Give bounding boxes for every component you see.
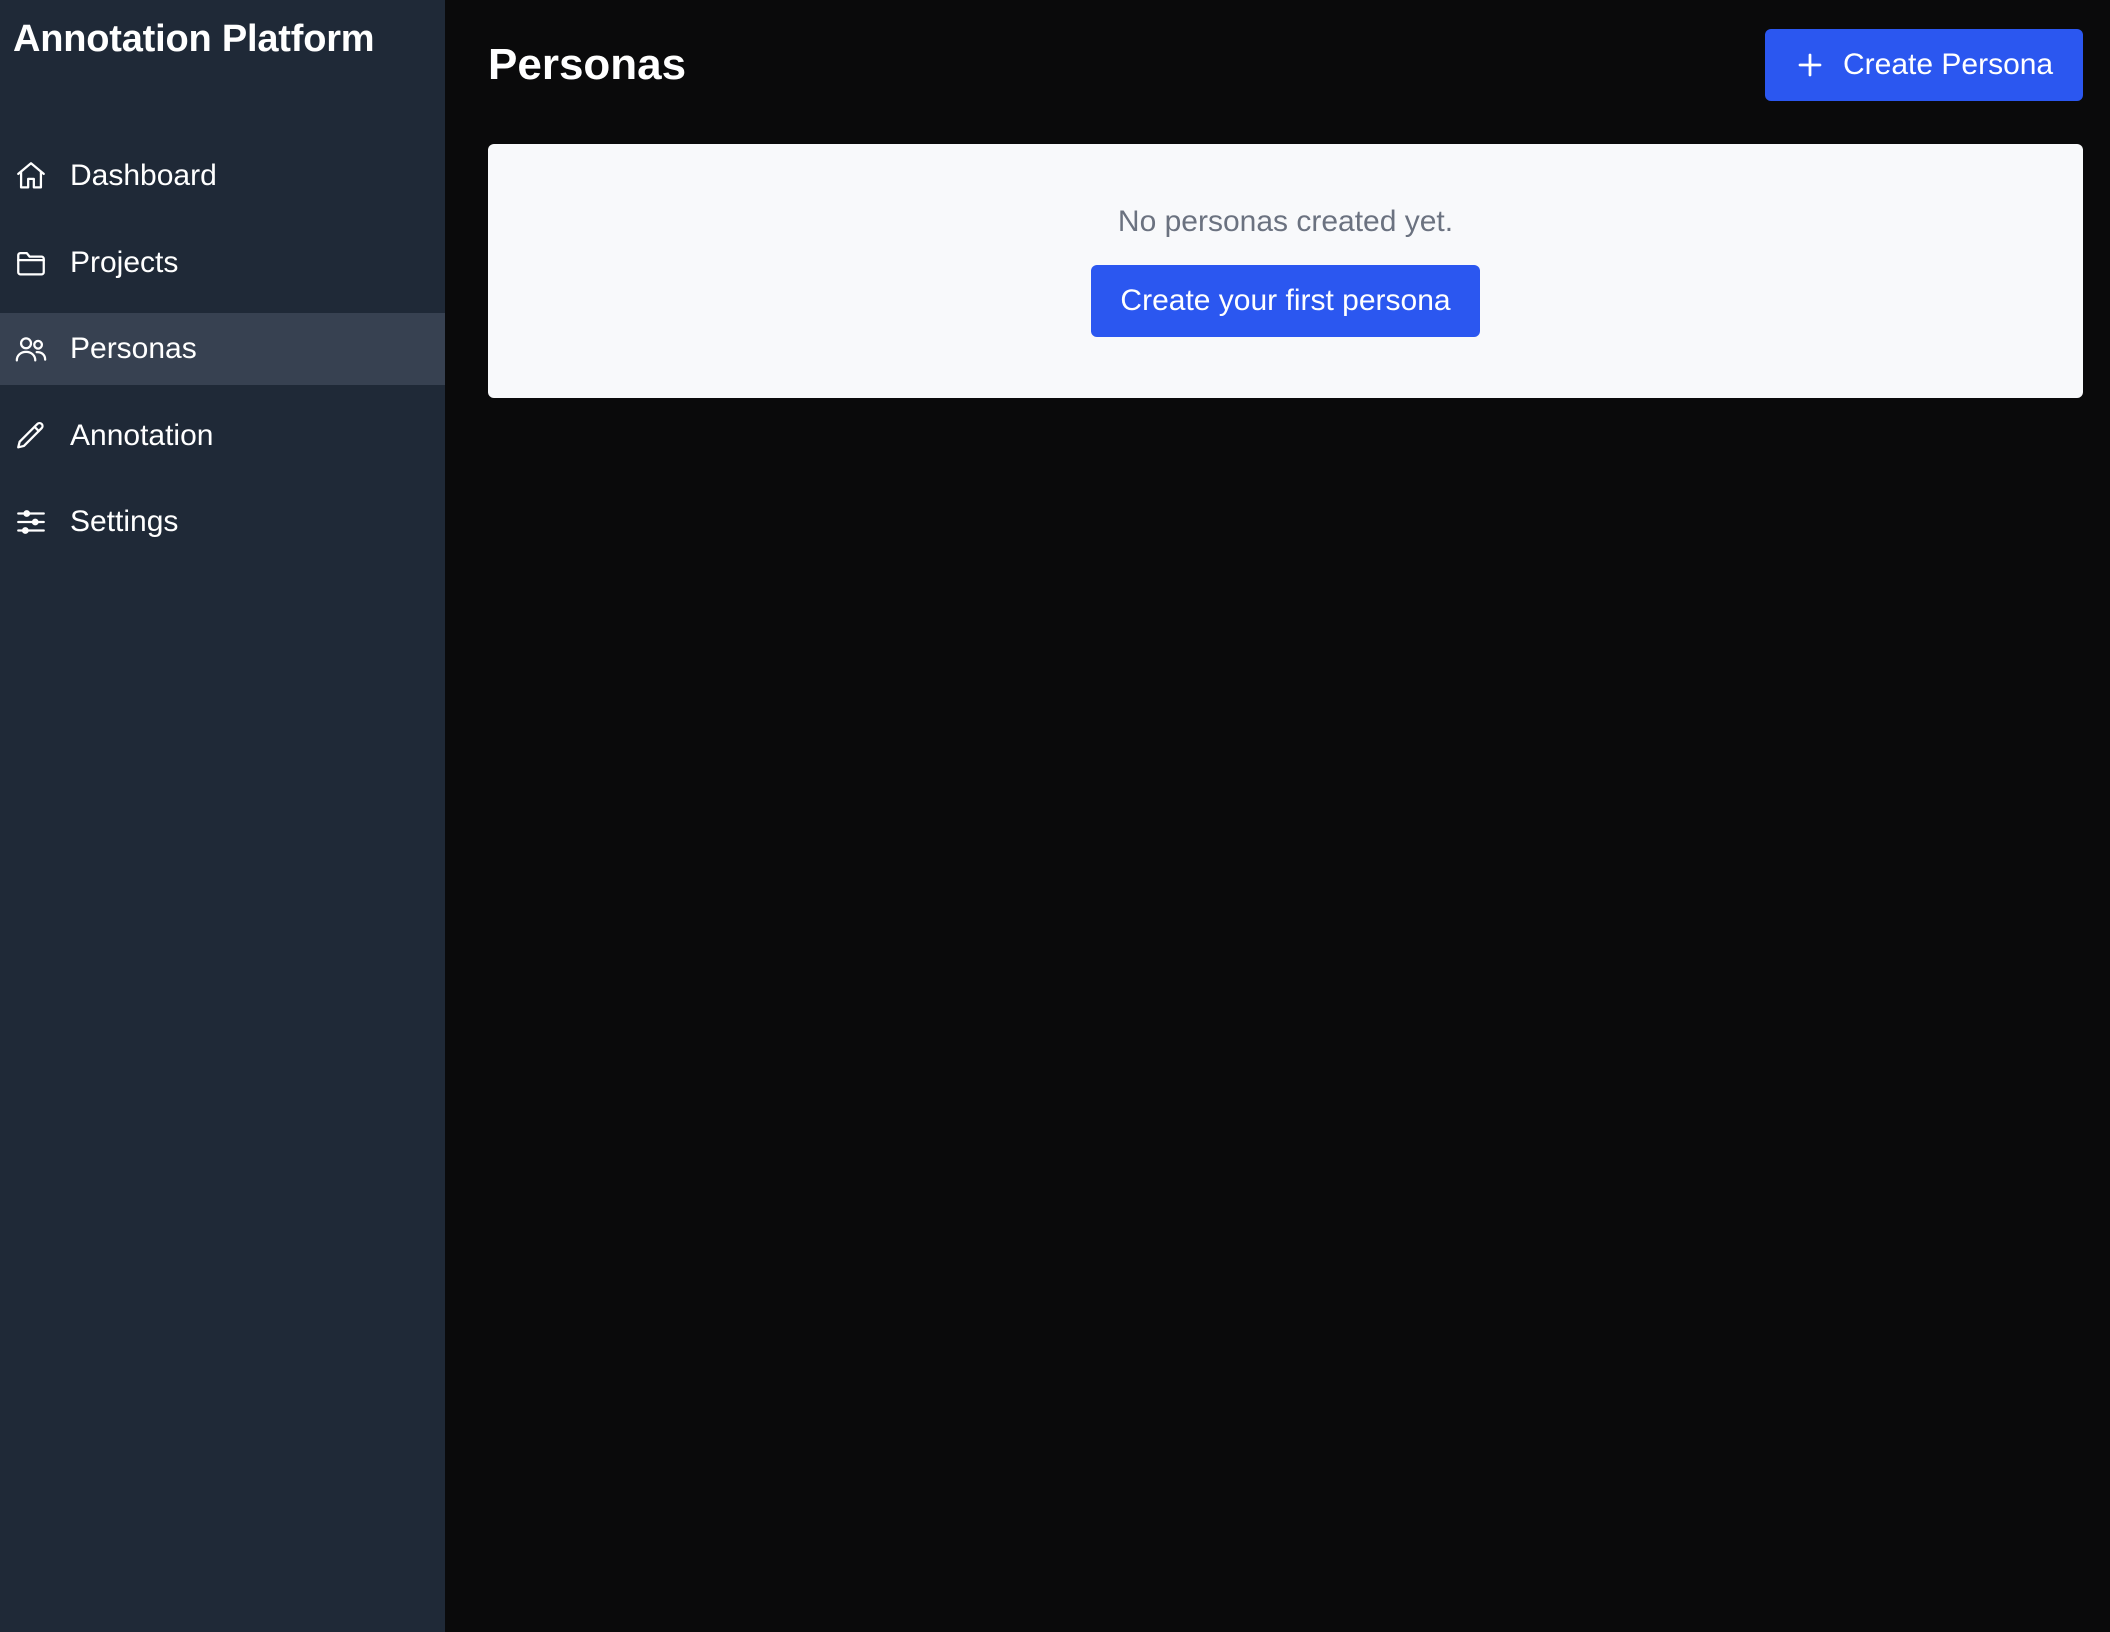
sidebar-item-annotation[interactable]: Annotation [0, 400, 445, 472]
create-persona-button[interactable]: Create Persona [1765, 29, 2083, 101]
folder-icon [14, 246, 48, 280]
sidebar-item-label: Settings [70, 505, 179, 538]
empty-state-card: No personas created yet. Create your fir… [488, 144, 2083, 398]
page-title: Personas [488, 40, 687, 89]
sidebar: Annotation Platform Dashboard Projects P… [0, 0, 445, 1632]
users-icon [14, 332, 48, 366]
sidebar-nav: Dashboard Projects Personas Annotation S… [0, 140, 445, 573]
sidebar-item-label: Personas [70, 332, 197, 365]
app-brand: Annotation Platform [13, 18, 375, 60]
plus-icon [1795, 50, 1825, 80]
empty-state-message: No personas created yet. [1117, 205, 1454, 238]
sidebar-item-label: Dashboard [70, 159, 217, 192]
sidebar-item-dashboard[interactable]: Dashboard [0, 140, 445, 212]
sidebar-item-settings[interactable]: Settings [0, 486, 445, 558]
app-root: Annotation Platform Dashboard Projects P… [0, 0, 2110, 1632]
home-icon [14, 159, 48, 193]
sidebar-item-label: Projects [70, 245, 179, 279]
page-header: Personas Create Persona [488, 29, 2083, 101]
pencil-icon [14, 419, 48, 453]
sidebar-item-projects[interactable]: Projects [0, 227, 445, 299]
create-first-persona-button[interactable]: Create your first persona [1091, 265, 1480, 337]
sliders-icon [14, 505, 48, 539]
sidebar-item-personas[interactable]: Personas [0, 313, 445, 385]
main-content: Personas Create Persona No personas crea… [445, 0, 2110, 1632]
create-persona-label: Create Persona [1843, 48, 2054, 81]
sidebar-item-label: Annotation [70, 418, 214, 452]
